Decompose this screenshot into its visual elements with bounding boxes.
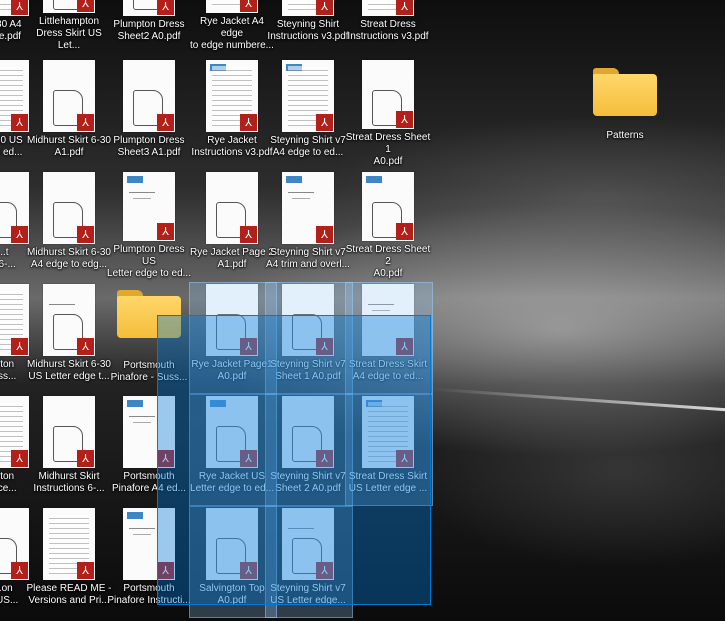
pdf-thumbnail: ⅄ xyxy=(43,172,95,244)
file-icon-pdf[interactable]: ⅄ Midhurst Skirt Instructions 6-... xyxy=(26,394,112,504)
pdf-thumbnail: ⅄ xyxy=(43,396,95,468)
folder-icon xyxy=(593,68,657,116)
pdf-thumbnail: ⅄ xyxy=(0,60,29,132)
pdf-icon: ⅄ xyxy=(396,223,413,240)
file-icon-pdf[interactable]: ⅄ Streat Dress Sheet 1 A0.pdf xyxy=(345,58,431,168)
pdf-thumbnail: ⅄ xyxy=(123,0,175,16)
pdf-icon: ⅄ xyxy=(316,0,333,15)
pdf-thumbnail: ⅄ xyxy=(282,172,334,244)
pdf-thumbnail: ⅄ xyxy=(123,172,175,241)
pdf-icon: ⅄ xyxy=(316,114,333,131)
pdf-thumbnail: ⅄ xyxy=(206,0,258,13)
pdf-thumbnail: ⅄ xyxy=(282,0,334,16)
file-icon-pdf[interactable]: ⅄ Midhurst Skirt 6-30 A4 edge to edg... xyxy=(26,170,112,280)
file-icon-pdf[interactable]: ⅄ Rye Jacket Instructions v3.pdf xyxy=(189,58,275,168)
pdf-icon: ⅄ xyxy=(396,111,413,128)
pdf-thumbnail: ⅄ xyxy=(0,396,29,468)
file-icon-pdf[interactable]: ⅄ Plumpton Dress US Letter edge to ed... xyxy=(106,170,192,280)
file-icon-pdf[interactable]: ⅄ Streat Dress Instructions v3.pdf xyxy=(345,0,431,52)
file-icon-pdf[interactable]: ⅄ Littlehampton Dress Skirt US Let... xyxy=(26,0,112,52)
folder-item-patterns[interactable]: Patterns xyxy=(582,60,668,170)
pdf-thumbnail: ⅄ xyxy=(362,0,414,16)
marquee-selection xyxy=(157,315,431,605)
pdf-icon: ⅄ xyxy=(77,114,94,131)
pdf-icon: ⅄ xyxy=(77,450,94,467)
file-icon-pdf[interactable]: ⅄ Rye Jacket Page 2 A1.pdf xyxy=(189,170,275,280)
pdf-thumbnail: ⅄ xyxy=(362,172,414,241)
file-icon-pdf[interactable]: ⅄ Midhurst Skirt 6-30 A1.pdf xyxy=(26,58,112,168)
pdf-thumbnail: ⅄ xyxy=(0,0,29,16)
pdf-icon: ⅄ xyxy=(240,226,257,243)
pdf-icon: ⅄ xyxy=(240,114,257,131)
file-icon-pdf[interactable]: ⅄ Please READ ME - Versions and Pri... xyxy=(26,506,112,616)
pdf-icon: ⅄ xyxy=(157,0,174,15)
pdf-thumbnail: ⅄ xyxy=(0,508,29,580)
pdf-thumbnail: ⅄ xyxy=(0,284,29,356)
file-icon-pdf[interactable]: ⅄ Steyning Shirt v7 A4 edge to ed... xyxy=(265,58,351,168)
pdf-thumbnail: ⅄ xyxy=(206,172,258,244)
file-icon-pdf[interactable]: ⅄ Midhurst Skirt 6-30 US Letter edge t..… xyxy=(26,282,112,392)
pdf-icon: ⅄ xyxy=(396,0,413,15)
pdf-thumbnail: ⅄ xyxy=(43,0,95,13)
pdf-thumbnail: ⅄ xyxy=(43,508,95,580)
file-icon-pdf[interactable]: ⅄ Steyning Shirt v7 A4 trim and overl... xyxy=(265,170,351,280)
pdf-thumbnail: ⅄ xyxy=(43,284,95,356)
pdf-icon: ⅄ xyxy=(240,0,257,12)
pdf-icon: ⅄ xyxy=(77,562,94,579)
pdf-icon: ⅄ xyxy=(77,226,94,243)
file-icon-pdf[interactable]: ⅄ Rye Jacket A4 edge to edge numbere... xyxy=(189,0,275,52)
file-icon-pdf[interactable]: ⅄ Plumpton Dress Sheet2 A0.pdf xyxy=(106,0,192,52)
pdf-icon: ⅄ xyxy=(157,223,174,240)
pdf-thumbnail: ⅄ xyxy=(123,60,175,132)
pdf-thumbnail: ⅄ xyxy=(0,172,29,244)
file-icon-pdf[interactable]: ⅄ Streat Dress Sheet 2 A0.pdf xyxy=(345,170,431,280)
pdf-thumbnail: ⅄ xyxy=(282,60,334,132)
pdf-thumbnail: ⅄ xyxy=(206,60,258,132)
pdf-icon: ⅄ xyxy=(316,226,333,243)
pdf-thumbnail: ⅄ xyxy=(362,60,414,129)
pdf-icon: ⅄ xyxy=(77,0,94,12)
pdf-thumbnail: ⅄ xyxy=(43,60,95,132)
file-icon-pdf[interactable]: ⅄ Steyning Shirt Instructions v3.pdf xyxy=(265,0,351,52)
pdf-icon: ⅄ xyxy=(77,338,94,355)
pdf-icon: ⅄ xyxy=(157,114,174,131)
file-icon-pdf[interactable]: ⅄ Plumpton Dress Sheet3 A1.pdf xyxy=(106,58,192,168)
